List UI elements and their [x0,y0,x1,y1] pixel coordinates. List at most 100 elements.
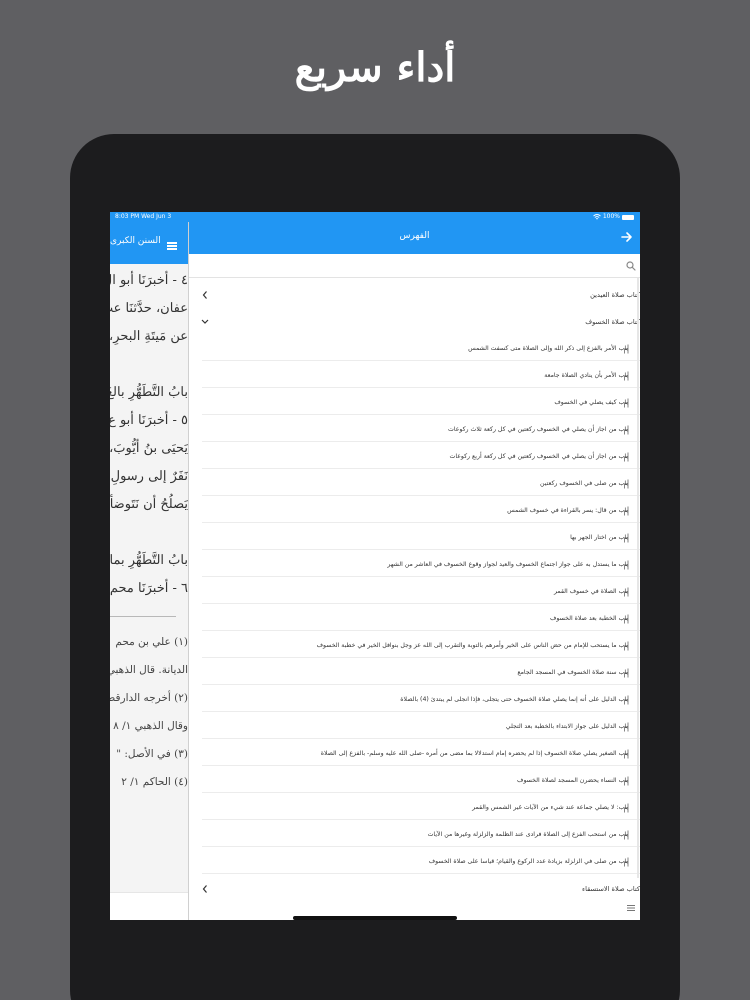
arrow-right-icon[interactable] [620,230,634,244]
index-row-label: باب من اجاز أن يصلي في الخسوف ركعتين في … [448,426,628,433]
row-separator [202,630,640,631]
row-separator [202,657,640,658]
index-row-label: باب من صلى في الزلزلة بزيادة عدد الركوع … [428,858,628,865]
index-section-row[interactable]: كتاب صلاة الاستسقاء [189,877,640,901]
row-separator [202,873,640,874]
index-chapter-row[interactable]: باب الدليل على جواز الابتداء بالخطبة بعد… [189,715,640,739]
search-icon[interactable] [626,261,636,271]
index-row-label: باب النساء يحضرن المسجد لصلاة الخسوف [517,777,628,784]
book-line: ٥ - أخبرَنَا أبو ع [110,413,188,428]
footnote-line: (٢) أخرجه الدارقط [110,692,188,704]
index-chapter-row[interactable]: باب من قال: يسر بالقراءة في خسوف الشمس [189,499,640,523]
chevron-down-icon[interactable] [201,317,209,327]
row-separator [202,495,640,496]
book-line: عن مَيتَةِ البحرِ، [110,329,188,344]
row-separator [202,765,640,766]
index-chapter-row[interactable]: باب الدليل على أنه إنما يصلي صلاة الخسوف… [189,688,640,712]
index-chapter-row[interactable]: باب من صلى في الزلزلة بزيادة عدد الركوع … [189,850,640,874]
row-separator [202,684,640,685]
book-line: بابُ التَّطَهُّرِ بالغَ [110,385,188,400]
book-line: نَفَرٌ إلى رسولِ الـ [110,469,188,484]
book-line: يَصلُحُ أن نَتَوضأ [110,497,188,512]
footnote-line: الديانة. قال الذهبي [110,664,188,676]
row-separator [202,846,640,847]
row-separator [202,738,640,739]
index-pane: الفهرس كتاب صلاة العيدين كتاب صلاة الخسوف… [189,212,640,920]
row-separator [202,468,640,469]
chevron-left-icon[interactable] [201,290,209,300]
app-screen: السنن الكبرى ٤ - أخبرَنَا أبو ال عفان، حد… [110,212,640,920]
index-row-label: باب من قال: يسر بالقراءة في خسوف الشمس [507,507,628,514]
index-row-label: باب ما يستحب للإمام من حض الناس على الخي… [316,642,628,649]
index-row-label: باب الخطبة بعد صلاة الخسوف [549,615,628,622]
footnote-line: (٣) في الأصل: " [116,748,188,760]
book-text-pane[interactable]: السنن الكبرى ٤ - أخبرَنَا أبو ال عفان، حد… [110,212,188,920]
index-row-label: باب من استحب الفزع إلى الصلاة فرادى عند … [427,831,628,838]
index-row-label: باب الأمر بأن ينادي الصلاة جامعة [544,372,628,379]
book-line: ٤ - أخبرَنَا أبو ال [110,273,188,288]
search-input[interactable] [195,258,615,274]
row-separator [202,549,640,550]
index-row-label: باب الدليل على أنه إنما يصلي صلاة الخسوف… [400,696,628,703]
index-chapter-row[interactable]: باب الخطبة بعد صلاة الخسوف [189,607,640,631]
index-section-row[interactable]: كتاب صلاة الخسوف [189,310,640,334]
index-chapter-row[interactable]: باب من اختار الجهر بها [189,526,640,550]
search-bar [189,254,640,278]
index-chapter-row[interactable]: باب الصلاة في خسوف القمر [189,580,640,604]
row-separator [202,576,640,577]
index-chapter-row[interactable]: باب: لا يصلي جماعة عند شيء من الآيات غير… [189,796,640,820]
index-row-label: باب كيف يصلي في الخسوف [554,399,628,406]
row-separator [202,603,640,604]
row-separator [202,792,640,793]
row-separator [202,387,640,388]
status-right: 100% [593,212,634,222]
status-time: 8:03 PM Wed Jun 3 [115,213,172,220]
index-chapter-row[interactable]: باب الأمر بالفزع إلى ذكر الله وإلى الصلا… [189,337,640,361]
footnote-line: (٤) الحاكم ١/ ٢ [121,776,188,788]
index-title: الفهرس [399,231,430,241]
battery-icon [622,214,634,220]
index-row-label: باب من صلى في الخسوف ركعتين [540,480,628,487]
index-chapter-row[interactable]: باب كيف يصلي في الخسوف [189,391,640,415]
lines-icon[interactable] [626,904,636,912]
row-separator [202,414,640,415]
row-separator [202,819,640,820]
footnote-divider [110,616,176,617]
index-chapter-row[interactable]: باب ما يستحب للإمام من حض الناس على الخي… [189,634,640,658]
index-chapter-row[interactable]: باب النساء يحضرن المسجد لصلاة الخسوف [189,769,640,793]
index-chapter-row[interactable]: باب من استحب الفزع إلى الصلاة فرادى عند … [189,823,640,847]
promo-headline: أداء سريع [294,44,456,91]
row-separator [202,441,640,442]
book-line: يَحيَى بنُ أيُّوبَ، [110,441,188,456]
scrollbar[interactable] [637,278,639,878]
index-chapter-row[interactable]: باب ما يستدل به على جواز اجتماع الخسوف و… [189,553,640,577]
book-title: السنن الكبرى [110,236,161,246]
index-toolbar: الفهرس [189,222,640,254]
wifi-icon [593,214,601,220]
index-row-label: باب من اختار الجهر بها [570,534,628,541]
book-line: بابُ التَّطَهُّرِ بماء [110,553,188,568]
hamburger-icon[interactable] [167,242,177,250]
index-row-label: باب الأمر بالفزع إلى ذكر الله وإلى الصلا… [468,345,628,352]
chevron-left-icon[interactable] [201,884,209,894]
index-row-label: باب الدليل على جواز الابتداء بالخطبة بعد… [505,723,628,730]
index-chapter-row[interactable]: باب من اجاز أن يصلي في الخسوف ركعتين في … [189,445,640,469]
row-separator [202,360,640,361]
index-chapter-row[interactable]: باب الأمر بأن ينادي الصلاة جامعة [189,364,640,388]
index-row-label: باب الصغير يصلي صلاة الخسوف إذا لم يحضره… [320,750,628,757]
index-chapter-row[interactable]: باب من صلى في الخسوف ركعتين [189,472,640,496]
index-section-row[interactable]: كتاب صلاة العيدين [189,283,640,307]
battery-percent: 100% [602,213,620,220]
index-row-label: باب ما يستدل به على جواز اجتماع الخسوف و… [387,561,628,568]
home-indicator[interactable] [293,916,457,920]
row-separator [202,711,640,712]
index-chapter-row[interactable]: باب الصغير يصلي صلاة الخسوف إذا لم يحضره… [189,742,640,766]
index-row-label: كتاب صلاة العيدين [590,291,640,299]
index-chapter-row[interactable]: باب من اجاز أن يصلي في الخسوف ركعتين في … [189,418,640,442]
index-row-label: كتاب صلاة الخسوف [585,318,640,326]
footnote-line: وقال الذهبي ١/ ٨ [113,720,188,732]
book-line: ٦ - أخبرَنَا محم [110,581,188,596]
index-row-label: كتاب صلاة الاستسقاء [582,885,640,893]
index-chapter-row[interactable]: باب سنة صلاة الخسوف في المسجد الجامع [189,661,640,685]
book-toolbar: السنن الكبرى [110,222,188,264]
